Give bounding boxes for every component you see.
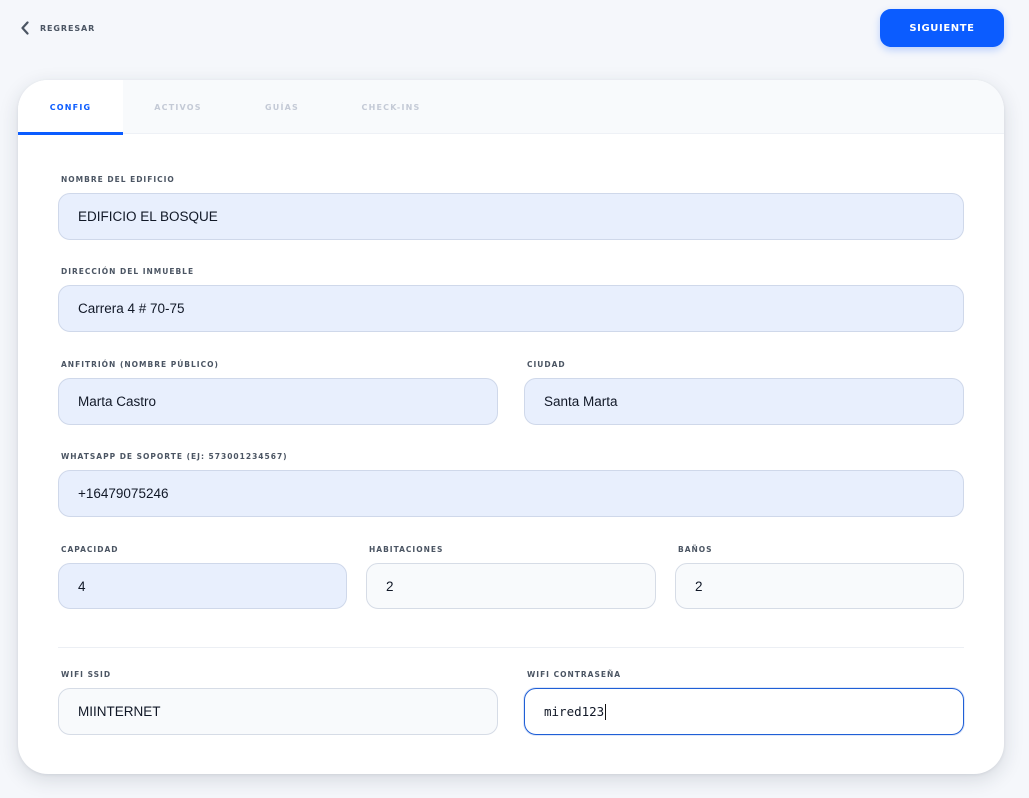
wifi-password-value: mired123 (544, 704, 605, 719)
address-label: DIRECCIÓN DEL INMUEBLE (61, 267, 195, 276)
text-caret (605, 703, 607, 720)
back-label: REGRESAR (40, 23, 96, 33)
tab-guias[interactable]: GUÍAS (233, 80, 331, 134)
wifi-password-label: WIFI CONTRASEÑA (527, 670, 622, 679)
tab-check-ins[interactable]: CHECK-INS (331, 80, 451, 134)
whatsapp-input[interactable]: +16479075246 (58, 470, 964, 517)
whatsapp-label: WHATSAPP DE SOPORTE (EJ: 573001234567) (61, 452, 288, 461)
chevron-left-icon (21, 21, 29, 35)
capacity-input[interactable]: 4 (58, 563, 347, 609)
next-button[interactable]: SIGUIENTE (880, 9, 1004, 47)
host-input[interactable]: Marta Castro (58, 378, 498, 425)
tab-bar: CONFIG ACTIVOS GUÍAS CHECK-INS (18, 80, 1004, 135)
tab-config[interactable]: CONFIG (18, 80, 123, 135)
building-name-label: NOMBRE DEL EDIFICIO (61, 175, 175, 184)
rooms-input[interactable]: 2 (366, 563, 656, 609)
city-input[interactable]: Santa Marta (524, 378, 964, 425)
capacity-label: CAPACIDAD (61, 545, 119, 554)
top-bar: REGRESAR SIGUIENTE (0, 0, 1029, 60)
building-name-input[interactable]: EDIFICIO EL BOSQUE (58, 193, 964, 240)
wifi-password-input[interactable]: mired123 (524, 688, 964, 735)
tab-activos[interactable]: ACTIVOS (123, 80, 233, 134)
rooms-label: HABITACIONES (369, 545, 444, 554)
city-label: CIUDAD (527, 360, 566, 369)
host-label: ANFITRIÓN (NOMBRE PÚBLICO) (61, 360, 219, 369)
wifi-ssid-input[interactable]: MIINTERNET (58, 688, 498, 735)
property-config-card: CONFIG ACTIVOS GUÍAS CHECK-INS NOMBRE DE… (18, 80, 1004, 774)
bathrooms-input[interactable]: 2 (675, 563, 964, 609)
address-input[interactable]: Carrera 4 # 70-75 (58, 285, 964, 332)
bathrooms-label: BAÑOS (678, 545, 713, 554)
back-button[interactable]: REGRESAR (20, 19, 95, 37)
wifi-ssid-label: WIFI SSID (61, 670, 112, 679)
section-divider (58, 647, 964, 648)
